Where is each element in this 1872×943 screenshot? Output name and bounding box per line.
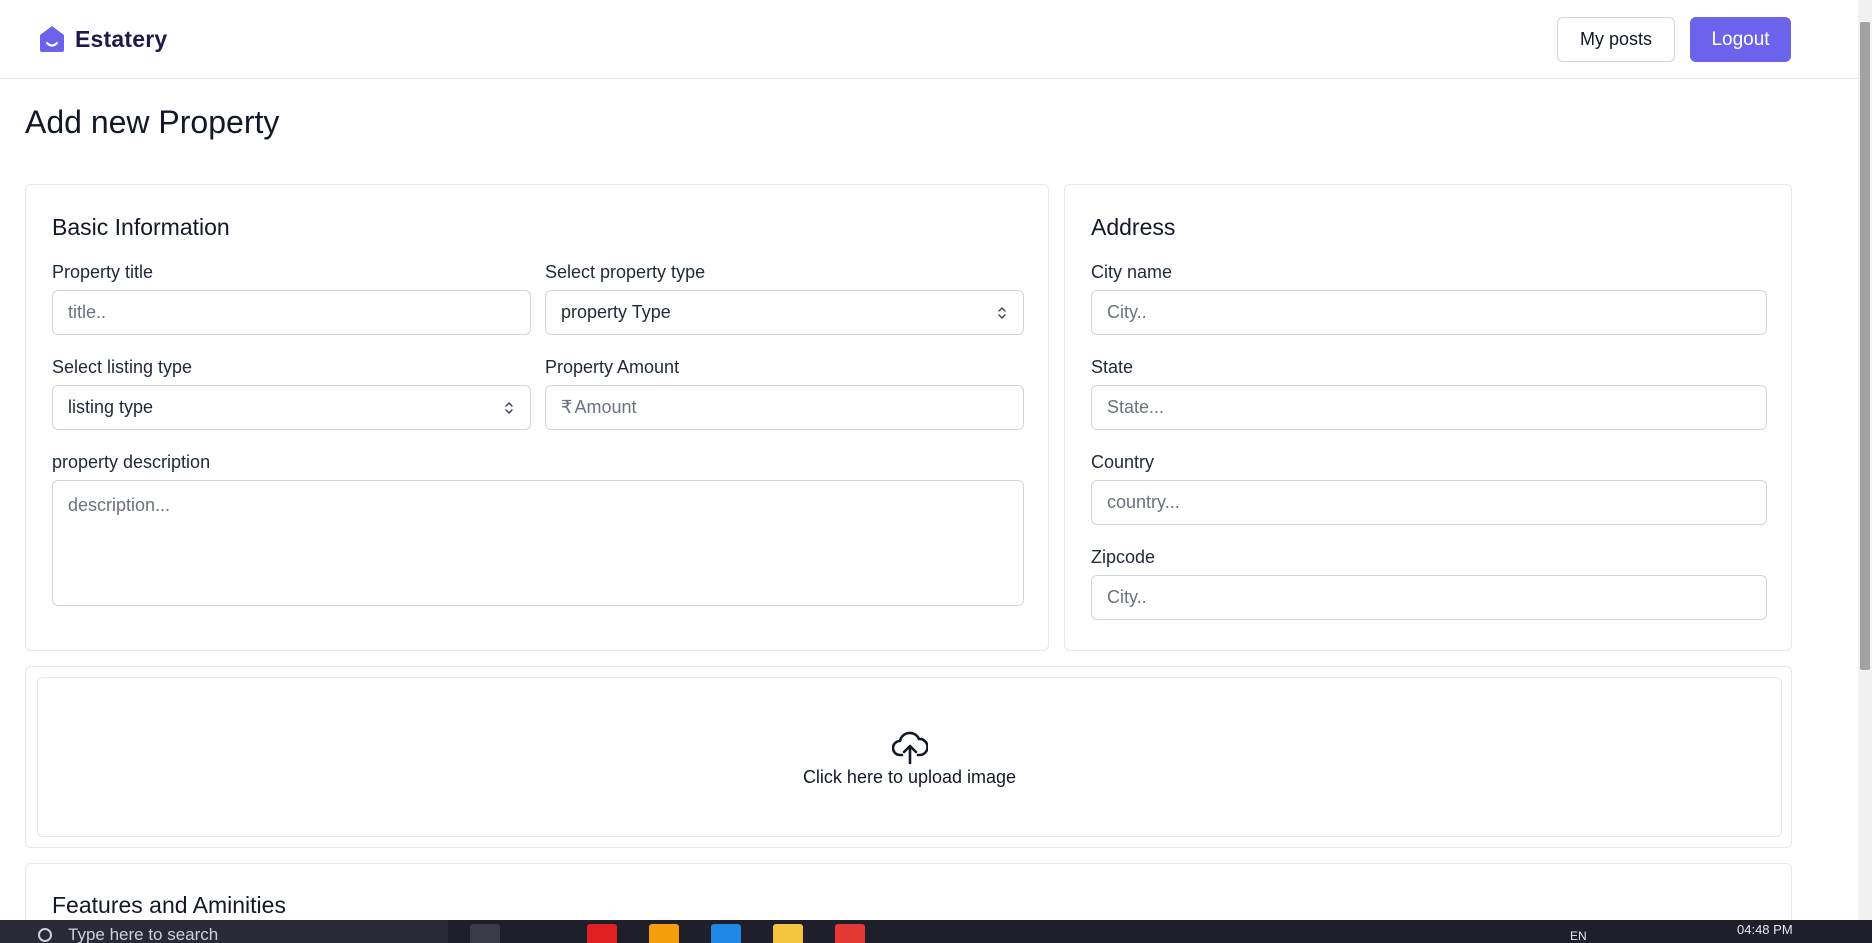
task-view-icon[interactable]	[470, 924, 500, 943]
scrollbar-thumb[interactable]	[1860, 22, 1870, 670]
zipcode-label: Zipcode	[1091, 547, 1156, 567]
taskbar-search-text: Type here to search	[68, 925, 219, 943]
state-label: State	[1091, 357, 1134, 377]
taskbar-search-box[interactable]: Type here to search	[0, 920, 448, 943]
property-type-value: property Type	[561, 302, 671, 322]
property-amount-field[interactable]: ₹	[545, 385, 1024, 430]
app-icon[interactable]	[649, 924, 679, 943]
page-title: Add new Property	[25, 104, 280, 140]
property-description-textarea[interactable]	[52, 480, 1024, 606]
listing-type-select[interactable]: listing type	[52, 385, 531, 430]
chevron-up-down-icon	[998, 306, 1006, 319]
address-title: Address	[1091, 214, 1176, 240]
upload-label: Click here to upload image	[802, 766, 1017, 787]
country-label: Country	[1091, 452, 1155, 472]
city-name-label: City name	[1091, 262, 1173, 282]
house-logo-icon	[40, 26, 64, 52]
property-amount-label: Property Amount	[545, 357, 680, 377]
chevron-up-down-icon	[505, 401, 513, 414]
features-title: Features and Aminities	[52, 892, 286, 918]
listing-type-value: listing type	[68, 397, 154, 417]
rupee-icon: ₹	[561, 397, 573, 417]
address-card: Address City name State Country Zipcode	[1064, 184, 1792, 651]
youtube-icon[interactable]	[587, 924, 617, 943]
search-icon	[38, 928, 52, 942]
brand[interactable]: Estatery	[38, 24, 167, 54]
vscode-icon[interactable]	[711, 924, 741, 943]
brand-name: Estatery	[75, 25, 168, 52]
zipcode-input[interactable]	[1091, 575, 1767, 620]
property-title-label: Property title	[52, 262, 154, 282]
property-description-label: property description	[52, 452, 211, 472]
my-posts-button[interactable]: My posts	[1557, 17, 1675, 62]
cloud-upload-icon	[891, 731, 928, 764]
property-type-select[interactable]: property Type	[545, 290, 1024, 335]
property-title-input[interactable]	[52, 290, 531, 335]
city-input[interactable]	[1091, 290, 1767, 335]
property-type-label: Select property type	[545, 262, 706, 282]
clock-time[interactable]: 04:48 PM	[1737, 922, 1793, 937]
state-input[interactable]	[1091, 385, 1767, 430]
listing-type-label: Select listing type	[52, 357, 193, 377]
language-indicator[interactable]: EN	[1570, 929, 1587, 943]
property-amount-input[interactable]	[572, 397, 993, 418]
image-upload-dropzone[interactable]: Click here to upload image	[37, 677, 1782, 837]
file-explorer-icon[interactable]	[773, 924, 803, 943]
basic-information-title: Basic Information	[52, 214, 230, 240]
os-taskbar: Type here to search EN 04:48 PM	[0, 920, 1872, 943]
top-navbar: Estatery My posts Logout	[0, 0, 1858, 79]
logout-button[interactable]: Logout	[1690, 17, 1791, 62]
country-input[interactable]	[1091, 480, 1767, 525]
image-upload-card: Click here to upload image	[25, 666, 1792, 848]
basic-information-card: Basic Information Property title Select …	[25, 184, 1049, 651]
chrome-icon[interactable]	[835, 924, 865, 943]
